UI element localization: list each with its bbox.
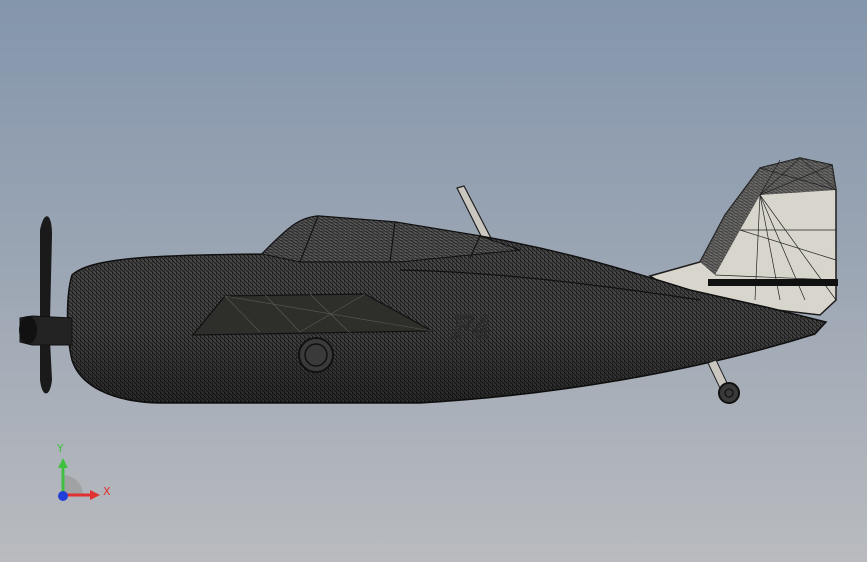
exhaust-port bbox=[298, 337, 334, 373]
z-axis-dot bbox=[58, 491, 68, 501]
airplane-wireframe-model[interactable]: F4 bbox=[0, 0, 867, 562]
graphics-viewport[interactable]: F4 Y X bbox=[0, 0, 867, 562]
fuselage-marking: F4 bbox=[451, 311, 492, 346]
x-axis-label: X bbox=[103, 485, 111, 498]
y-axis-label: Y bbox=[57, 442, 64, 455]
propeller bbox=[19, 216, 73, 394]
tail-wheel bbox=[707, 359, 740, 404]
